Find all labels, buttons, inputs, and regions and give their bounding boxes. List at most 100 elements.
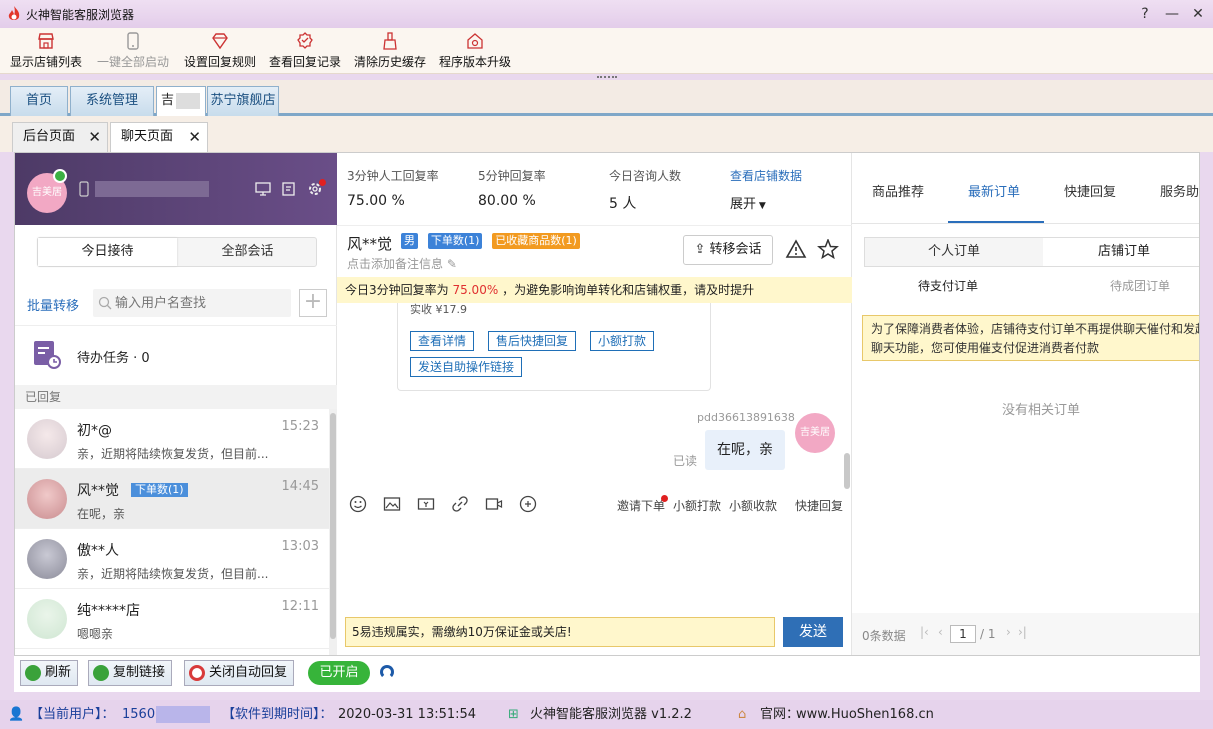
star-icon[interactable] (817, 239, 839, 259)
splitter-grip[interactable] (597, 76, 617, 79)
tab-chat-page[interactable]: 聊天页面 ✕ (110, 122, 208, 152)
quick-reply-button[interactable]: 快捷回复 (795, 497, 843, 514)
next-page-icon[interactable]: › (1006, 625, 1011, 639)
small-collect-button[interactable]: 小额收款 (729, 497, 777, 514)
auto-reply-status-toggle[interactable]: 已开启 (308, 661, 370, 685)
website-link[interactable]: www.HuoShen168.cn (796, 700, 934, 729)
start-all-button[interactable]: 一键全部启动 (97, 31, 169, 70)
order-type-segment: 个人订单 店铺订单 (864, 237, 1199, 267)
stat-label: 今日咨询人数 (609, 169, 682, 183)
transfer-session-button[interactable]: ⇪ 转移会话 (683, 235, 773, 265)
send-self-service-link-button[interactable]: 发送自助操作链接 (410, 357, 523, 377)
image-icon[interactable] (383, 495, 401, 513)
set-reply-rules-button[interactable]: 设置回复规则 (184, 31, 256, 70)
clear-cache-button[interactable]: 清除历史缓存 (354, 31, 426, 70)
user-search-input[interactable] (115, 293, 285, 313)
user-avatar (27, 599, 67, 639)
warning-icon[interactable] (785, 239, 807, 259)
tab-shop-orders[interactable]: 店铺订单 (1043, 238, 1199, 266)
prev-page-icon[interactable]: ‹ (938, 625, 943, 639)
service-icon[interactable] (519, 495, 537, 513)
agent-avatar: 吉美居 (795, 413, 835, 453)
shop-icon (38, 33, 54, 49)
expire-label: 【软件到期时间】： (222, 707, 333, 722)
tab-pending-payment[interactable]: 待支付订单 (918, 277, 978, 294)
copy-link-button[interactable]: 复制链接 (88, 660, 173, 686)
small-payout-button[interactable]: 小额打款 (673, 497, 721, 514)
conversation-item[interactable]: 傲**人 13:03 亲，近期将陆续恢复发货，但目前... (15, 529, 329, 589)
close-tab-icon[interactable]: ✕ (188, 123, 201, 151)
windows-icon: ⊞ (508, 707, 519, 722)
tab-quick-reply[interactable]: 快捷回复 (1064, 181, 1116, 200)
add-note-link[interactable]: 点击添加备注信息 ✎ (347, 255, 457, 272)
minimize-button[interactable]: — (1160, 4, 1184, 24)
conversation-item[interactable]: 初*@ 15:23 亲，近期将陆续恢复发货，但目前... (15, 409, 329, 469)
read-status: 已读 (673, 454, 698, 468)
stat-value: 80.00 % (478, 193, 536, 209)
scrollbar-thumb[interactable] (330, 413, 336, 639)
view-reply-records-button[interactable]: 查看回复记录 (269, 31, 341, 70)
small-payment-button[interactable]: 小额打款 (590, 331, 655, 351)
stat-value: 75.00 % (347, 193, 405, 209)
link-icon[interactable] (451, 495, 469, 513)
refresh-button[interactable]: 刷新 (20, 660, 79, 686)
tab-today-reception[interactable]: 今日接待 (38, 238, 177, 266)
view-details-button[interactable]: 查看详情 (410, 331, 475, 351)
chat-panel: 3分钟人工回复率 75.00 % 5分钟回复率 80.00 % 今日咨询人数 5… (337, 153, 852, 655)
sub-tabbar: 后台页面 ✕ 聊天页面 ✕ (0, 116, 1213, 152)
first-page-icon[interactable]: |‹ (920, 625, 929, 639)
coupon-icon[interactable] (417, 495, 435, 513)
send-button[interactable]: 发送 (783, 617, 843, 647)
expire-value: 2020-03-31 13:51:54 (338, 707, 477, 722)
invite-order-button[interactable]: 邀请下单 (617, 497, 665, 514)
edit-note-icon[interactable] (281, 181, 297, 197)
tab-personal-orders[interactable]: 个人订单 (865, 238, 1043, 266)
show-shop-list-button[interactable]: 显示店铺列表 (10, 31, 82, 70)
home-icon: ⌂ (738, 707, 747, 722)
help-icon[interactable]: ? (1133, 4, 1157, 24)
after-sale-reply-button[interactable]: 售后快捷回复 (488, 331, 577, 351)
expand-dropdown[interactable]: 展开 ▼ (730, 193, 766, 212)
tab-pending-group[interactable]: 待成团订单 (1110, 277, 1170, 294)
message-input-notice[interactable]: 5易违规属实，需缴纳10万保证金或关店! (345, 617, 775, 647)
search-icon (98, 296, 112, 310)
blurred-user-id (156, 706, 210, 723)
page-input[interactable]: 1 (950, 625, 976, 643)
todo-tasks[interactable]: 待办任务 · 0 (15, 325, 337, 381)
customer-name: 风**觉 (347, 235, 393, 253)
upgrade-button[interactable]: 程序版本升级 (439, 31, 511, 70)
chat-scrollbar-thumb[interactable] (844, 453, 850, 489)
blurred-shop-name (176, 92, 201, 109)
chat-workspace: 吉美居 今日接待 全部会话 批量转移 + 待办任务 · 0 已回复 初*@ (14, 152, 1200, 656)
close-window-button[interactable]: ✕ (1186, 4, 1210, 24)
batch-transfer-link[interactable]: 批量转移 (27, 295, 79, 314)
tab-home[interactable]: 首页 (10, 86, 68, 116)
tab-all-sessions[interactable]: 全部会话 (178, 238, 317, 266)
view-shop-data-link[interactable]: 查看店铺数据 (730, 167, 802, 184)
conversation-preview: 亲，近期将陆续恢复发货，但目前... (77, 567, 269, 581)
tab-shop-ji[interactable]: 吉 (156, 86, 206, 116)
video-icon[interactable] (485, 495, 503, 513)
monitor-icon[interactable] (255, 181, 271, 197)
tab-backend-page[interactable]: 后台页面 ✕ (12, 122, 108, 152)
reception-segment: 今日接待 全部会话 (37, 237, 317, 267)
tab-service-assistant[interactable]: 服务助 (1160, 181, 1199, 200)
close-tab-icon[interactable]: ✕ (88, 123, 101, 151)
flame-logo-icon (8, 6, 20, 20)
conversation-item[interactable]: 纯*****店 12:11 嗯嗯亲 (15, 589, 329, 649)
badge-icon (297, 32, 313, 49)
last-page-icon[interactable]: ›| (1018, 625, 1027, 639)
emoji-icon[interactable] (349, 495, 367, 513)
input-toolbar: 邀请下单 小额打款 小额收款 快捷回复 (337, 485, 852, 521)
share-icon: ⇪ (694, 242, 706, 257)
tab-system-management[interactable]: 系统管理 (70, 86, 154, 116)
close-auto-reply-button[interactable]: 关闭自动回复 (184, 660, 295, 686)
tab-latest-orders[interactable]: 最新订单 (968, 181, 1020, 200)
add-button[interactable]: + (299, 289, 327, 317)
conversation-item-selected[interactable]: 风**觉 下单数(1) 14:45 在呢，亲 (15, 469, 329, 529)
conversation-scrollbar[interactable] (329, 409, 337, 655)
tab-suning-flagship[interactable]: 苏宁旗舰店 (207, 86, 279, 116)
conversation-panel: 吉美居 今日接待 全部会话 批量转移 + 待办任务 · 0 已回复 初*@ (15, 153, 337, 655)
tab-product-recommend[interactable]: 商品推荐 (872, 181, 924, 200)
bottom-action-bar: 刷新 复制链接 关闭自动回复 已开启 (14, 656, 1200, 692)
